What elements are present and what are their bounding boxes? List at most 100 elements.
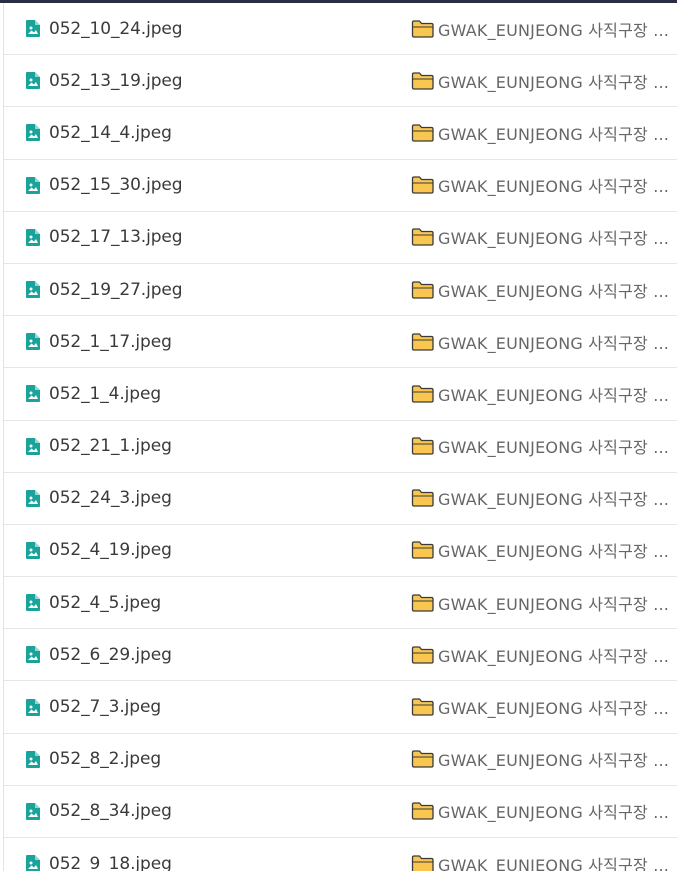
location-cell[interactable]: GWAK_EUNJEONG 사직구장 ... (411, 368, 669, 419)
location-cell[interactable]: GWAK_EUNJEONG 사직구장 ... (411, 316, 669, 367)
file-name[interactable]: 052_14_4.jpeg (49, 123, 172, 143)
folder-icon (411, 489, 435, 507)
location-cell[interactable]: GWAK_EUNJEONG 사직구장 ... (411, 734, 669, 785)
file-name[interactable]: 052_1_4.jpeg (49, 384, 161, 404)
file-row[interactable]: 052_13_19.jpeg GWAK_EUNJEONG 사직구장 ... (4, 55, 677, 108)
file-name-cell[interactable]: 052_7_3.jpeg (26, 681, 161, 732)
location-cell[interactable]: GWAK_EUNJEONG 사직구장 ... (411, 525, 669, 576)
folder-path[interactable]: GWAK_EUNJEONG 사직구장 ... (438, 434, 669, 458)
file-name-cell[interactable]: 052_21_1.jpeg (26, 421, 172, 472)
location-cell[interactable]: GWAK_EUNJEONG 사직구장 ... (411, 577, 669, 628)
file-name[interactable]: 052_17_13.jpeg (49, 227, 183, 247)
file-name-cell[interactable]: 052_14_4.jpeg (26, 107, 172, 158)
file-name-cell[interactable]: 052_6_29.jpeg (26, 629, 172, 680)
location-cell[interactable]: GWAK_EUNJEONG 사직구장 ... (411, 681, 669, 732)
folder-icon (411, 594, 435, 612)
folder-path[interactable]: GWAK_EUNJEONG 사직구장 ... (438, 852, 669, 871)
location-cell[interactable]: GWAK_EUNJEONG 사직구장 ... (411, 55, 669, 106)
file-name[interactable]: 052_1_17.jpeg (49, 332, 172, 352)
folder-path[interactable]: GWAK_EUNJEONG 사직구장 ... (438, 643, 669, 667)
file-name[interactable]: 052_24_3.jpeg (49, 488, 172, 508)
file-name-cell[interactable]: 052_24_3.jpeg (26, 473, 172, 524)
file-name[interactable]: 052_8_34.jpeg (49, 801, 172, 821)
file-name-cell[interactable]: 052_8_34.jpeg (26, 786, 172, 837)
file-name-cell[interactable]: 052_13_19.jpeg (26, 55, 183, 106)
file-row[interactable]: 052_4_19.jpeg GWAK_EUNJEONG 사직구장 ... (4, 525, 677, 578)
location-cell[interactable]: GWAK_EUNJEONG 사직구장 ... (411, 473, 669, 524)
folder-icon (411, 750, 435, 768)
file-row[interactable]: 052_1_4.jpeg GWAK_EUNJEONG 사직구장 ... (4, 368, 677, 421)
folder-path[interactable]: GWAK_EUNJEONG 사직구장 ... (438, 121, 669, 145)
file-name-cell[interactable]: 052_4_19.jpeg (26, 525, 172, 576)
file-name[interactable]: 052_4_5.jpeg (49, 593, 161, 613)
file-row[interactable]: 052_4_5.jpeg GWAK_EUNJEONG 사직구장 ... (4, 577, 677, 630)
image-file-icon (26, 176, 40, 194)
file-row[interactable]: 052_8_34.jpeg GWAK_EUNJEONG 사직구장 ... (4, 786, 677, 838)
folder-path[interactable]: GWAK_EUNJEONG 사직구장 ... (438, 591, 669, 615)
file-row[interactable]: 052_1_17.jpeg GWAK_EUNJEONG 사직구장 ... (4, 316, 677, 369)
file-name-cell[interactable]: 052_1_17.jpeg (26, 316, 172, 367)
location-cell[interactable]: GWAK_EUNJEONG 사직구장 ... (411, 212, 669, 263)
folder-path[interactable]: GWAK_EUNJEONG 사직구장 ... (438, 382, 669, 406)
folder-path[interactable]: GWAK_EUNJEONG 사직구장 ... (438, 486, 669, 510)
image-file-icon (26, 281, 40, 299)
file-list: 052_10_24.jpeg GWAK_EUNJEONG 사직구장 ... 05… (4, 3, 677, 871)
file-name[interactable]: 052_15_30.jpeg (49, 175, 183, 195)
image-file-icon (26, 72, 40, 90)
image-file-icon (26, 489, 40, 507)
file-row[interactable]: 052_8_2.jpeg GWAK_EUNJEONG 사직구장 ... (4, 734, 677, 786)
folder-icon (411, 124, 435, 142)
file-row[interactable]: 052_17_13.jpeg GWAK_EUNJEONG 사직구장 ... (4, 212, 677, 264)
file-name[interactable]: 052_10_24.jpeg (49, 19, 183, 39)
location-cell[interactable]: GWAK_EUNJEONG 사직구장 ... (411, 838, 669, 871)
file-row[interactable]: 052_24_3.jpeg GWAK_EUNJEONG 사직구장 ... (4, 473, 677, 525)
folder-icon (411, 854, 435, 871)
location-cell[interactable]: GWAK_EUNJEONG 사직구장 ... (411, 3, 669, 54)
file-row[interactable]: 052_21_1.jpeg GWAK_EUNJEONG 사직구장 ... (4, 421, 677, 473)
folder-path[interactable]: GWAK_EUNJEONG 사직구장 ... (438, 799, 669, 823)
location-cell[interactable]: GWAK_EUNJEONG 사직구장 ... (411, 421, 669, 472)
file-name[interactable]: 052_6_29.jpeg (49, 645, 172, 665)
folder-path[interactable]: GWAK_EUNJEONG 사직구장 ... (438, 225, 669, 249)
folder-path[interactable]: GWAK_EUNJEONG 사직구장 ... (438, 747, 669, 771)
folder-path[interactable]: GWAK_EUNJEONG 사직구장 ... (438, 538, 669, 562)
file-name[interactable]: 052_19_27.jpeg (49, 280, 183, 300)
file-row[interactable]: 052_14_4.jpeg GWAK_EUNJEONG 사직구장 ... (4, 107, 677, 160)
file-name[interactable]: 052_13_19.jpeg (49, 71, 183, 91)
folder-path[interactable]: GWAK_EUNJEONG 사직구장 ... (438, 278, 669, 302)
file-name-cell[interactable]: 052_19_27.jpeg (26, 264, 183, 315)
folder-path[interactable]: GWAK_EUNJEONG 사직구장 ... (438, 173, 669, 197)
folder-path[interactable]: GWAK_EUNJEONG 사직구장 ... (438, 330, 669, 354)
file-name-cell[interactable]: 052_15_30.jpeg (26, 160, 183, 211)
file-name-cell[interactable]: 052_17_13.jpeg (26, 212, 183, 263)
file-name-cell[interactable]: 052_4_5.jpeg (26, 577, 161, 628)
location-cell[interactable]: GWAK_EUNJEONG 사직구장 ... (411, 786, 669, 837)
file-name[interactable]: 052_21_1.jpeg (49, 436, 172, 456)
folder-icon (411, 228, 435, 246)
folder-path[interactable]: GWAK_EUNJEONG 사직구장 ... (438, 695, 669, 719)
file-row[interactable]: 052_10_24.jpeg GWAK_EUNJEONG 사직구장 ... (4, 3, 677, 56)
file-name[interactable]: 052_8_2.jpeg (49, 749, 161, 769)
file-row[interactable]: 052_19_27.jpeg GWAK_EUNJEONG 사직구장 ... (4, 264, 677, 317)
file-name-cell[interactable]: 052_8_2.jpeg (26, 734, 161, 785)
folder-icon (411, 19, 435, 38)
file-row[interactable]: 052_9_18.jpeg GWAK_EUNJEONG 사직구장 ... (4, 838, 677, 871)
location-cell[interactable]: GWAK_EUNJEONG 사직구장 ... (411, 107, 669, 158)
folder-icon (411, 541, 435, 560)
location-cell[interactable]: GWAK_EUNJEONG 사직구장 ... (411, 160, 669, 211)
location-cell[interactable]: GWAK_EUNJEONG 사직구장 ... (411, 264, 669, 315)
file-name-cell[interactable]: 052_9_18.jpeg (26, 838, 172, 871)
location-cell[interactable]: GWAK_EUNJEONG 사직구장 ... (411, 629, 669, 680)
file-name[interactable]: 052_7_3.jpeg (49, 697, 161, 717)
file-name-cell[interactable]: 052_10_24.jpeg (26, 3, 183, 54)
folder-path[interactable]: GWAK_EUNJEONG 사직구장 ... (438, 17, 669, 41)
file-name[interactable]: 052_9_18.jpeg (49, 854, 172, 871)
file-name-cell[interactable]: 052_1_4.jpeg (26, 368, 161, 419)
file-row[interactable]: 052_15_30.jpeg GWAK_EUNJEONG 사직구장 ... (4, 160, 677, 212)
file-row[interactable]: 052_7_3.jpeg GWAK_EUNJEONG 사직구장 ... (4, 681, 677, 734)
image-file-icon (26, 698, 40, 716)
folder-path[interactable]: GWAK_EUNJEONG 사직구장 ... (438, 69, 669, 93)
folder-icon (411, 698, 435, 716)
file-name[interactable]: 052_4_19.jpeg (49, 540, 172, 560)
file-row[interactable]: 052_6_29.jpeg GWAK_EUNJEONG 사직구장 ... (4, 629, 677, 682)
